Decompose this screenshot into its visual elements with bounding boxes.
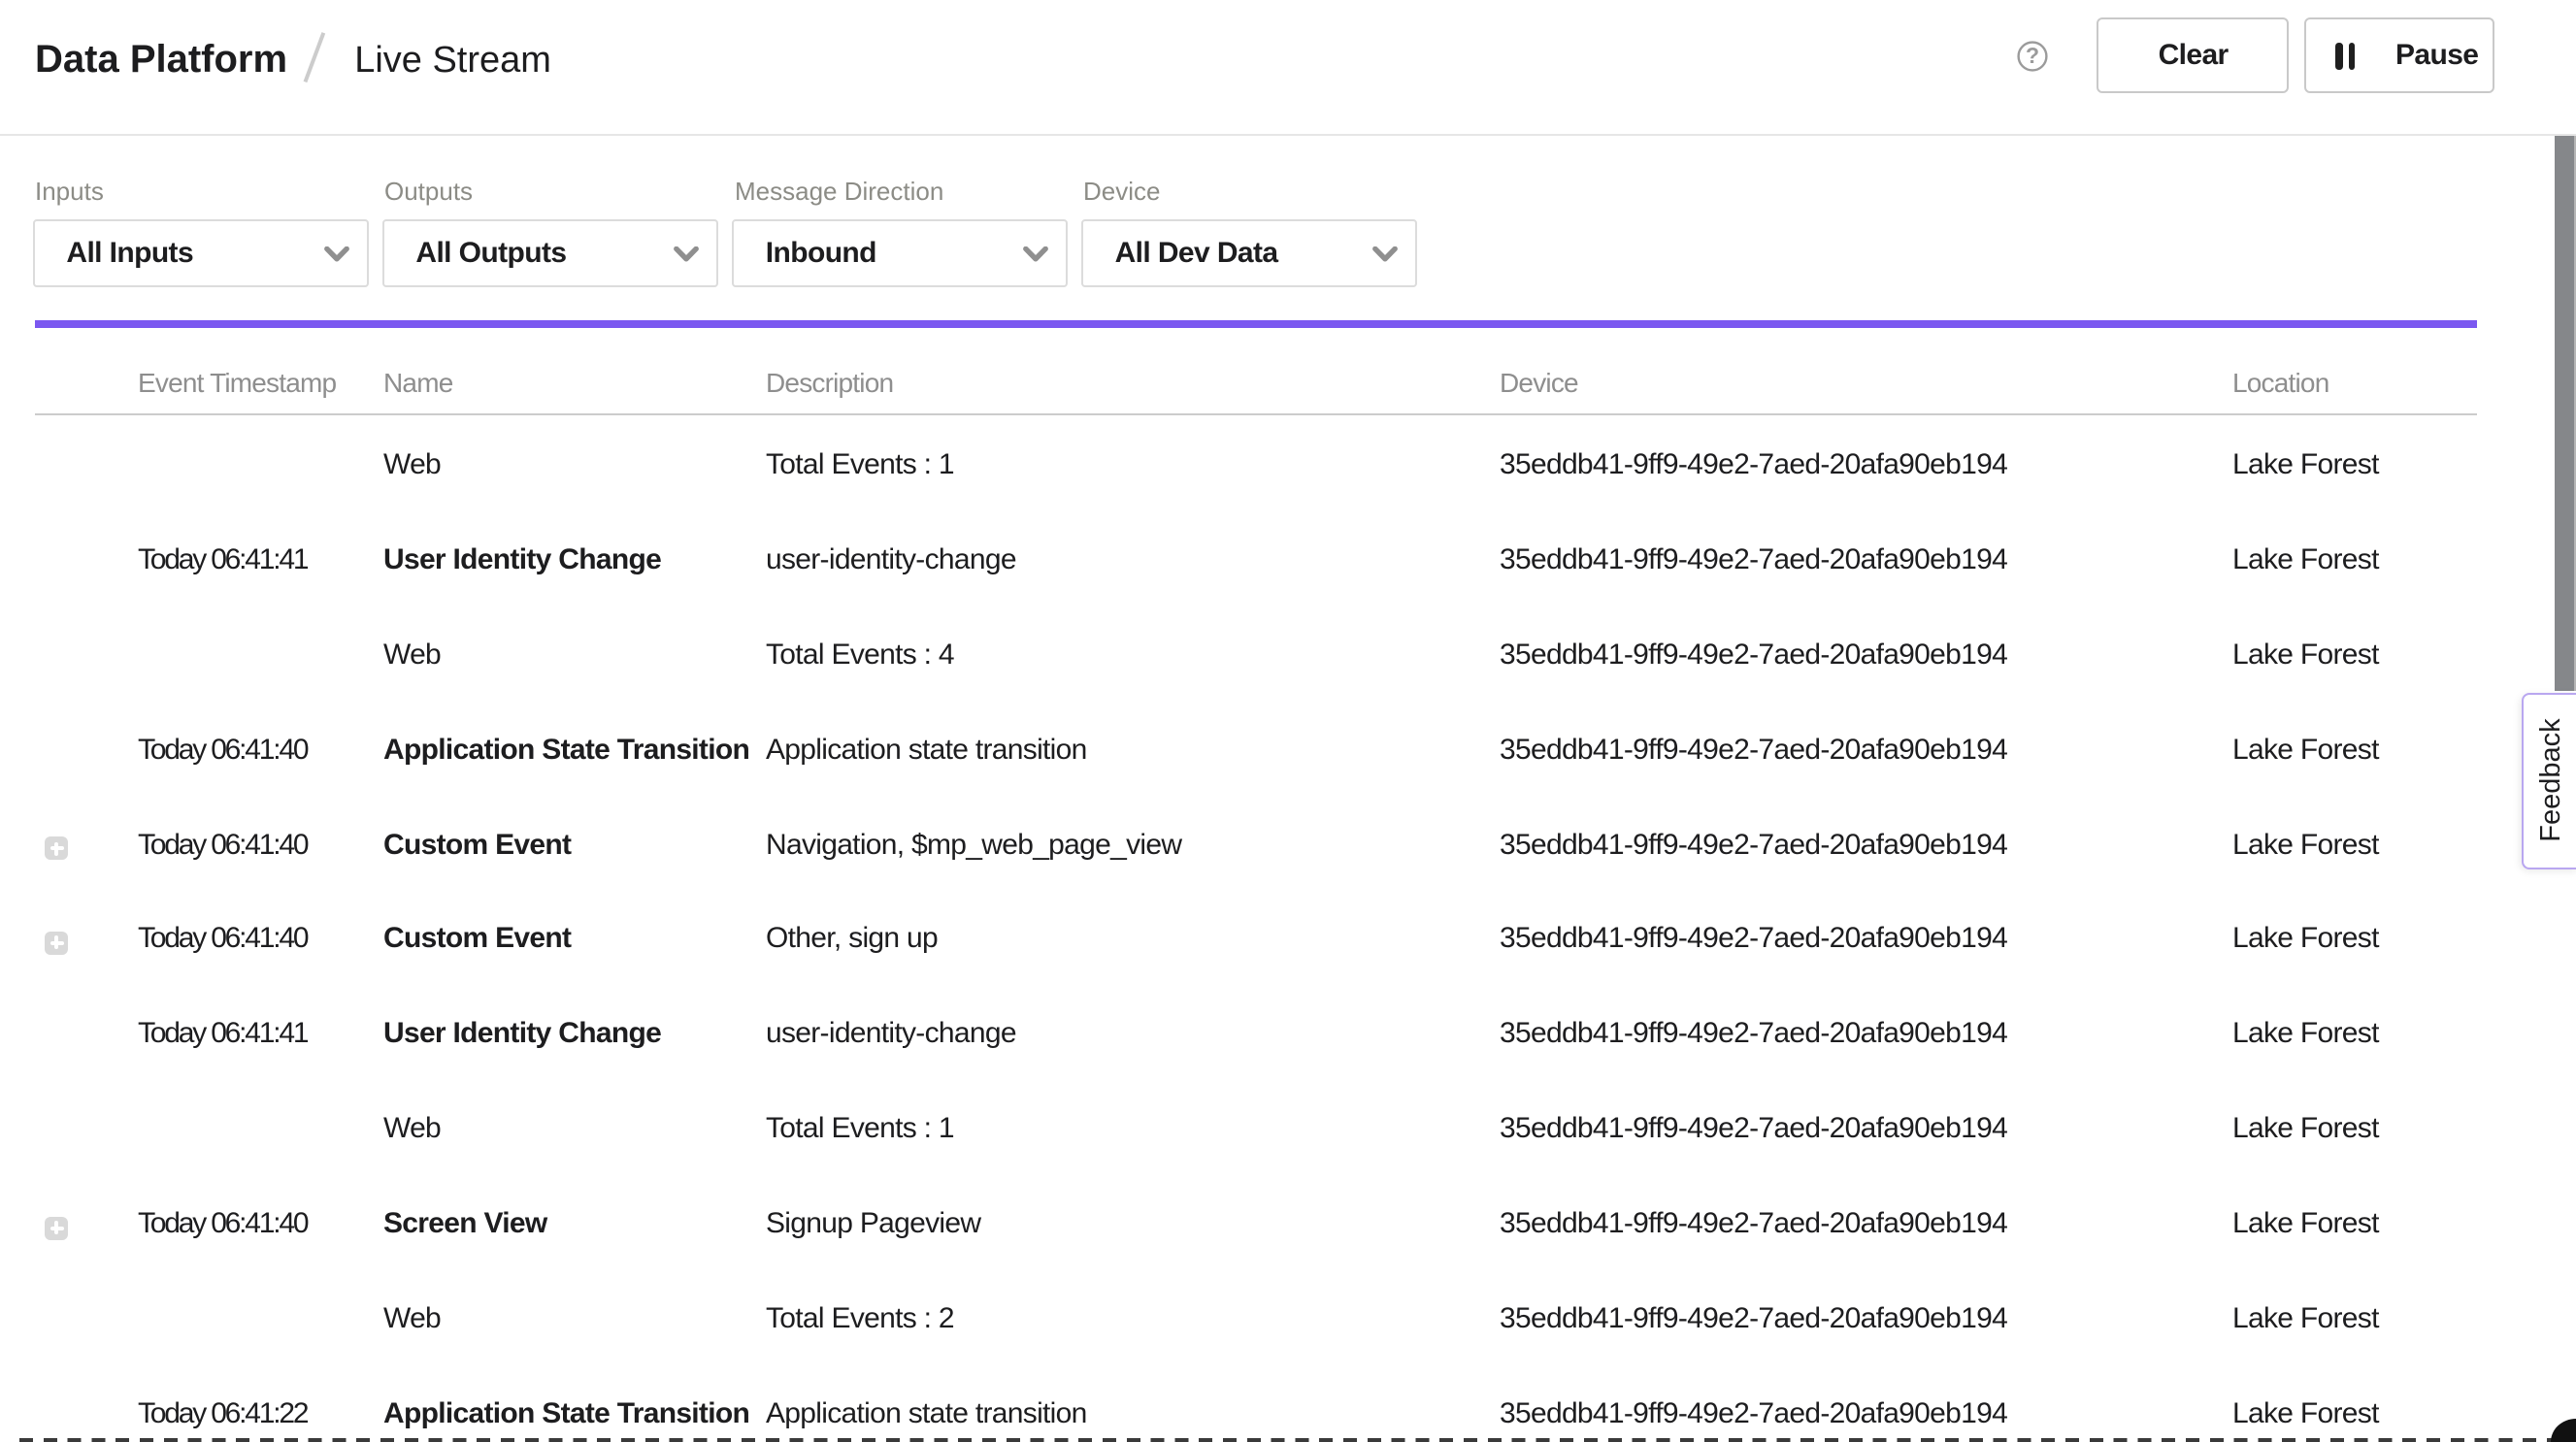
svg-text:?: ? [2026, 42, 2039, 67]
